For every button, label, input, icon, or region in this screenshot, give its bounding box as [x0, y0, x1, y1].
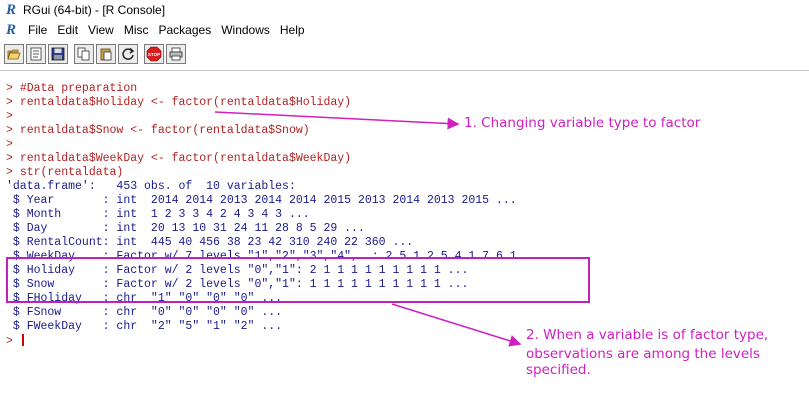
annotation-note-1: 1. Changing variable type to factor — [464, 115, 701, 131]
arrow-note2 — [391, 303, 522, 347]
annotation-note-2-line-2: observations are among the levels specif… — [526, 346, 760, 378]
annotation-note-2-line-1: 2. When a variable is of factor type, — [526, 327, 769, 343]
arrow-note1 — [214, 111, 460, 130]
annotation-arrows — [214, 111, 522, 347]
